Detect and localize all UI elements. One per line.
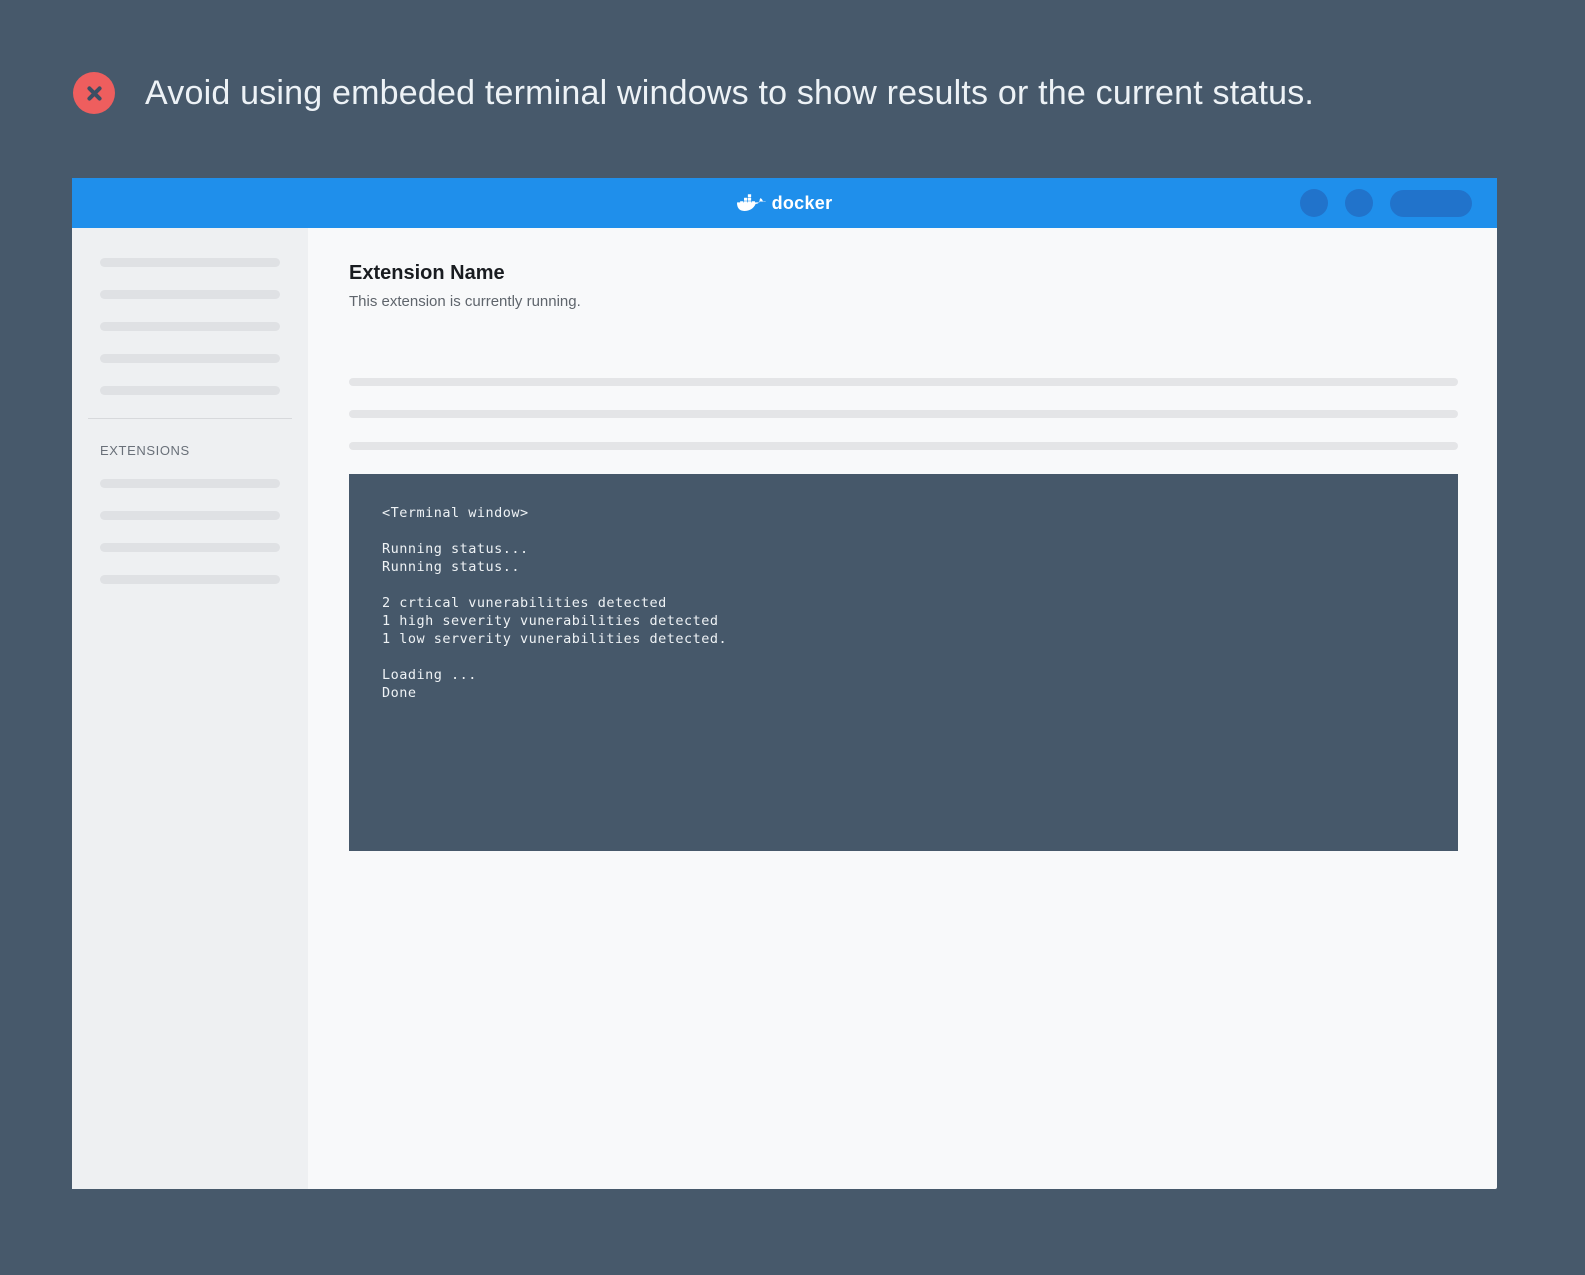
app-window: docker EXTENSIONS Extension Name This ex… (72, 178, 1497, 1189)
sidebar-skeleton-bar (100, 386, 280, 395)
content-skeleton-group (349, 378, 1458, 450)
sidebar-skeleton-group-top (72, 258, 308, 395)
sidebar: EXTENSIONS (72, 228, 308, 1189)
sidebar-skeleton-bar (100, 258, 280, 267)
window-body: EXTENSIONS Extension Name This extension… (72, 228, 1497, 1189)
header-control-circle-2[interactable] (1345, 189, 1373, 217)
window-header: docker (72, 178, 1497, 228)
main-content: Extension Name This extension is current… (308, 228, 1497, 1189)
sidebar-skeleton-bar (100, 575, 280, 584)
docker-logo-text: docker (772, 193, 833, 214)
sidebar-skeleton-bar (100, 322, 280, 331)
sidebar-section-label-extensions: EXTENSIONS (72, 419, 308, 479)
extension-status-text: This extension is currently running. (349, 293, 1458, 310)
terminal-output: <Terminal window> Running status... Runn… (382, 504, 1425, 702)
sidebar-skeleton-bar (100, 543, 280, 552)
sidebar-skeleton-bar (100, 479, 280, 488)
embedded-terminal-window: <Terminal window> Running status... Runn… (349, 474, 1458, 851)
extension-title: Extension Name (349, 260, 1458, 286)
guideline-text: Avoid using embeded terminal windows to … (145, 74, 1314, 113)
header-control-pill[interactable] (1390, 190, 1472, 217)
guideline-caption: Avoid using embeded terminal windows to … (73, 72, 1314, 114)
sidebar-skeleton-bar (100, 354, 280, 363)
content-skeleton-bar (349, 442, 1458, 450)
sidebar-skeleton-bar (100, 290, 280, 299)
content-skeleton-bar (349, 378, 1458, 386)
error-x-icon (73, 72, 115, 114)
window-controls (1300, 178, 1472, 228)
page: { "colors": { "page_bg": "#47596b", "cap… (0, 0, 1585, 1275)
content-skeleton-bar (349, 410, 1458, 418)
docker-logo: docker (737, 192, 833, 215)
header-control-circle-1[interactable] (1300, 189, 1328, 217)
sidebar-skeleton-group-extensions (72, 479, 308, 584)
sidebar-skeleton-bar (100, 511, 280, 520)
docker-whale-icon (737, 192, 767, 215)
